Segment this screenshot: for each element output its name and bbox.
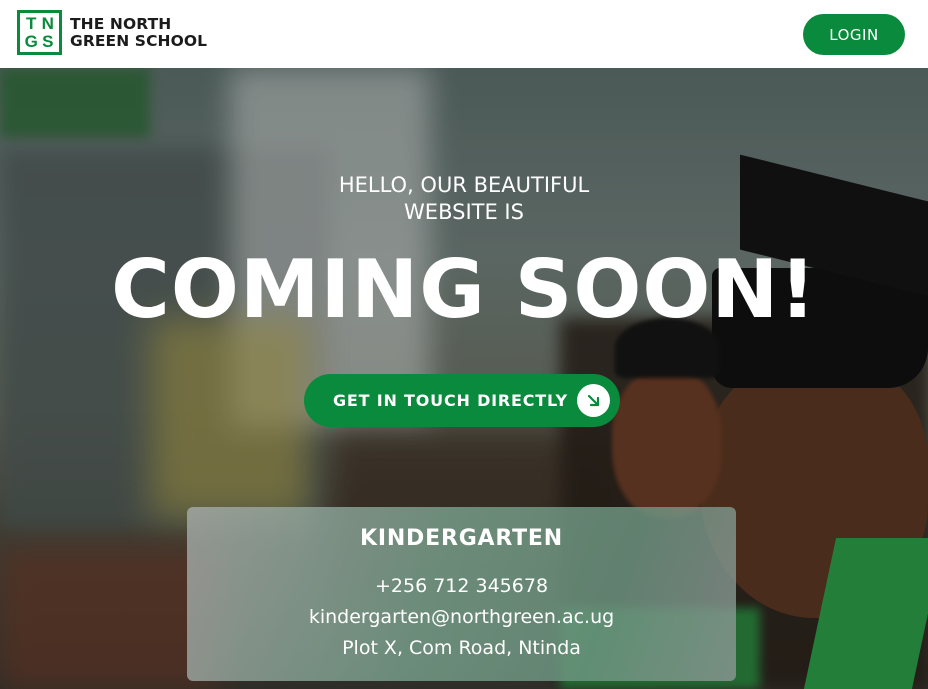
site-header: T N G S THE NORTH GREEN SCHOOL LOGIN <box>0 0 928 68</box>
get-in-touch-button[interactable]: GET IN TOUCH DIRECTLY <box>304 374 620 427</box>
hero-intro-text: HELLO, OUR BEAUTIFUL WEBSITE IS <box>0 172 928 226</box>
hero-section: HELLO, OUR BEAUTIFUL WEBSITE IS COMING S… <box>0 68 928 689</box>
logo-letter: T <box>26 14 37 33</box>
logo-mark: T N G S <box>17 10 62 55</box>
arrow-down-right-icon <box>577 384 610 417</box>
get-in-touch-label: GET IN TOUCH DIRECTLY <box>333 391 568 410</box>
hero-headline: COMING SOON! <box>111 243 817 336</box>
logo-line-2: GREEN SCHOOL <box>70 31 208 50</box>
kindergarten-contact-card: KINDERGARTEN +256 712 345678 kindergarte… <box>187 507 736 681</box>
school-logo[interactable]: T N G S THE NORTH GREEN SCHOOL <box>17 10 207 55</box>
login-button[interactable]: LOGIN <box>803 14 905 55</box>
contact-phone[interactable]: +256 712 345678 <box>187 575 736 597</box>
hero-intro-line-1: HELLO, OUR BEAUTIFUL <box>338 173 590 197</box>
contact-email[interactable]: kindergarten@northgreen.ac.ug <box>187 606 736 628</box>
logo-letter: S <box>42 31 54 51</box>
logo-letter: G <box>24 31 38 51</box>
logo-line-1: THE NORTH <box>70 14 172 33</box>
card-title: KINDERGARTEN <box>360 526 563 551</box>
contact-address: Plot X, Com Road, Ntinda <box>342 637 581 659</box>
hero-intro-line-2: WEBSITE IS <box>404 200 524 224</box>
logo-wordmark: THE NORTH GREEN SCHOOL <box>70 14 208 50</box>
logo-letter: N <box>41 14 54 33</box>
